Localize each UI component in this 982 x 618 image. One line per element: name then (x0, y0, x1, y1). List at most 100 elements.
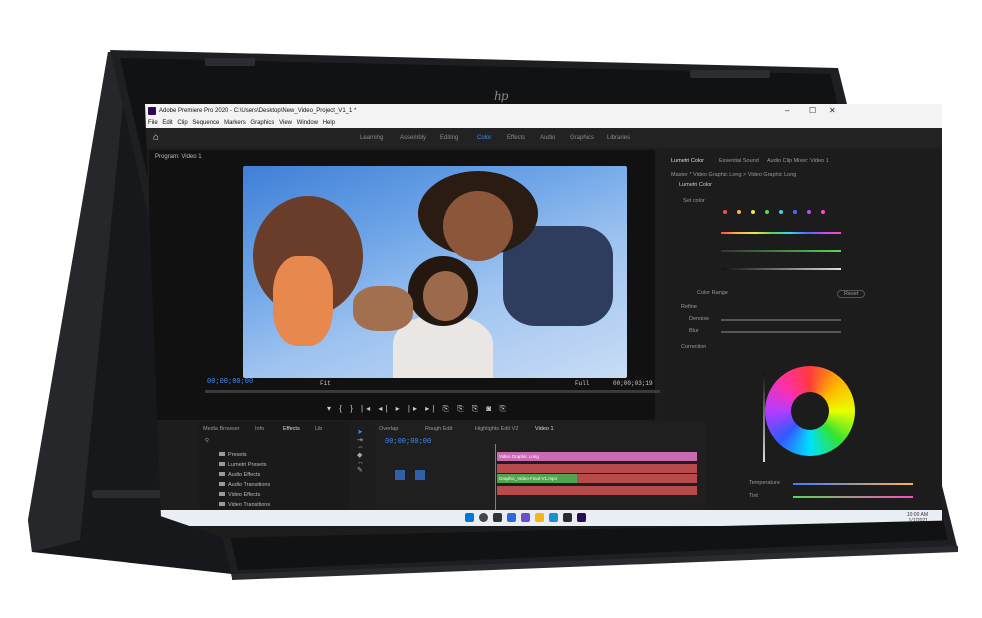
close-button[interactable]: ✕ (829, 104, 836, 118)
file-explorer-icon[interactable] (535, 513, 544, 522)
search-icon[interactable]: ⚲ (205, 438, 209, 444)
blur-slider[interactable] (721, 331, 841, 333)
swatch-blue[interactable] (793, 210, 797, 214)
color-wheel[interactable] (765, 366, 855, 456)
workspace-tab-assembly[interactable]: Assembly (400, 135, 426, 141)
playhead[interactable] (495, 444, 496, 514)
track-target-v1[interactable] (395, 470, 405, 480)
program-timecode[interactable]: 00;00;00;00 (207, 378, 253, 386)
slip-tool-icon[interactable]: ↔ (357, 459, 371, 466)
swatch-orange[interactable] (737, 210, 741, 214)
refine-section[interactable]: Refine (681, 304, 697, 310)
list-item[interactable]: Audio Effects (219, 472, 260, 478)
folder-icon (219, 452, 225, 456)
widgets-icon[interactable] (507, 513, 516, 522)
hp-logo: ℎp (494, 89, 508, 103)
timeline-timecode[interactable]: 00;00;00;00 (385, 438, 431, 446)
timeline-tab-highlights-edit[interactable]: Highlights Edit V2 (475, 426, 518, 432)
hue-slider[interactable] (721, 232, 841, 234)
effect-dropdown[interactable]: Lumetri Color (679, 182, 712, 188)
workspace-tab-color[interactable]: Color (477, 135, 491, 141)
swatch-green[interactable] (765, 210, 769, 214)
timeline-tab-rough-edit[interactable]: Rough Edit (425, 426, 452, 432)
search-icon[interactable] (479, 513, 488, 522)
menu-graphics[interactable]: Graphics (250, 120, 274, 126)
home-icon[interactable]: ⌂ (153, 132, 159, 143)
reset-button[interactable]: Reset (837, 290, 866, 298)
list-item[interactable]: Video Transitions (219, 502, 270, 508)
start-icon[interactable] (465, 513, 474, 522)
tab-essential-sound[interactable]: Essential Sound (719, 158, 759, 164)
ball (273, 256, 333, 346)
swatch-red[interactable] (723, 210, 727, 214)
list-item[interactable]: Lumetri Presets (219, 462, 267, 468)
program-duration: 00;00;03;19 (613, 380, 653, 387)
denoise-slider[interactable] (721, 319, 841, 321)
timeline-tab-overlap[interactable]: Overlap (379, 426, 398, 432)
list-item[interactable]: Audio Transitions (219, 482, 270, 488)
track-target-v2[interactable] (415, 470, 425, 480)
workspace-tab-editing[interactable]: Editing (440, 135, 458, 141)
track-select-tool-icon[interactable]: ⇥ (357, 436, 371, 444)
tab-media-browser[interactable]: Media Browser (203, 426, 240, 432)
minimize-button[interactable]: – (785, 104, 789, 118)
workspace-tab-graphics[interactable]: Graphics (570, 135, 594, 141)
tab-lumetri-color[interactable]: Lumetri Color (671, 158, 704, 164)
color-wheel-center (791, 392, 829, 430)
lumetri-breadcrumb[interactable]: Master * Video Graphic Long > Video Grap… (671, 172, 796, 178)
menu-markers[interactable]: Markers (224, 120, 246, 126)
pointing-hand (353, 286, 413, 331)
list-item[interactable]: Video Effects (219, 492, 260, 498)
ripple-tool-icon[interactable]: ⇔ (357, 444, 371, 451)
workspace-tab-learning[interactable]: Learning (360, 135, 383, 141)
clip-audio-3[interactable] (497, 486, 697, 495)
premiere-taskbar-icon[interactable] (577, 513, 586, 522)
store-icon[interactable] (563, 513, 572, 522)
saturation-slider[interactable] (721, 250, 841, 252)
quality-dropdown[interactable]: Full (575, 380, 589, 387)
razor-tool-icon[interactable]: ◆ (357, 451, 371, 459)
program-monitor-title[interactable]: Program: Video 1 (155, 154, 202, 160)
clip-graphic-video[interactable]: Graphic_Video-Final-V1.mp4 (497, 474, 577, 483)
swatch-yellow[interactable] (751, 210, 755, 214)
transport-controls[interactable]: ▾ { } |◂ ◂| ▸ |▸ ▸| ⎘ ⎘ ⎘ ◙ ⎘ (327, 404, 509, 414)
menu-view[interactable]: View (279, 120, 292, 126)
color-range-label[interactable]: Color Range (697, 290, 728, 296)
swatch-cyan[interactable] (779, 210, 783, 214)
tab-lib[interactable]: Lib (315, 426, 322, 432)
swatch-purple[interactable] (807, 210, 811, 214)
maximize-button[interactable]: ☐ (809, 104, 816, 118)
timeline-tab-video-1[interactable]: Video 1 (535, 426, 554, 432)
edge-icon[interactable] (549, 513, 558, 522)
correction-section[interactable]: Correction (681, 344, 706, 350)
menu-help[interactable]: Help (323, 120, 335, 126)
selection-tool-icon[interactable]: ➤ (357, 428, 371, 436)
fit-dropdown[interactable]: Fit (320, 380, 331, 387)
menu-window[interactable]: Window (297, 120, 318, 126)
menu-file[interactable]: File (148, 120, 158, 126)
clip-audio-1[interactable] (497, 464, 697, 473)
list-item[interactable]: Presets (219, 452, 247, 458)
workspace-tab-effects[interactable]: Effects (507, 135, 525, 141)
teams-icon[interactable] (521, 513, 530, 522)
luminance-slider[interactable] (721, 268, 841, 270)
clip-audio-2[interactable] (577, 474, 697, 483)
clip-video-graphic-long[interactable]: Video Graphic Long (497, 452, 697, 461)
tab-audio-clip-mixer[interactable]: Audio Clip Mixer: Video 1 (767, 158, 829, 164)
pen-tool-icon[interactable]: ✎ (357, 466, 371, 474)
tint-slider[interactable] (793, 496, 913, 498)
workspace-tab-libraries[interactable]: Libraries (607, 135, 630, 141)
swatch-magenta[interactable] (821, 210, 825, 214)
workspace-tab-audio[interactable]: Audio (540, 135, 555, 141)
folder-icon (219, 462, 225, 466)
menu-clip[interactable]: Clip (177, 120, 187, 126)
tab-effects[interactable]: Effects (283, 426, 300, 432)
temperature-slider[interactable] (793, 483, 913, 485)
tab-info[interactable]: Info (255, 426, 264, 432)
menu-edit[interactable]: Edit (162, 120, 172, 126)
playhead-scrubber[interactable] (205, 390, 660, 393)
timeline-panel: Overlap Rough Edit Highlights Edit V2 Vi… (375, 422, 705, 518)
menu-sequence[interactable]: Sequence (192, 120, 219, 126)
task-view-icon[interactable] (493, 513, 502, 522)
window-title: Adobe Premiere Pro 2020 - C:\Users\Deskt… (159, 108, 357, 114)
